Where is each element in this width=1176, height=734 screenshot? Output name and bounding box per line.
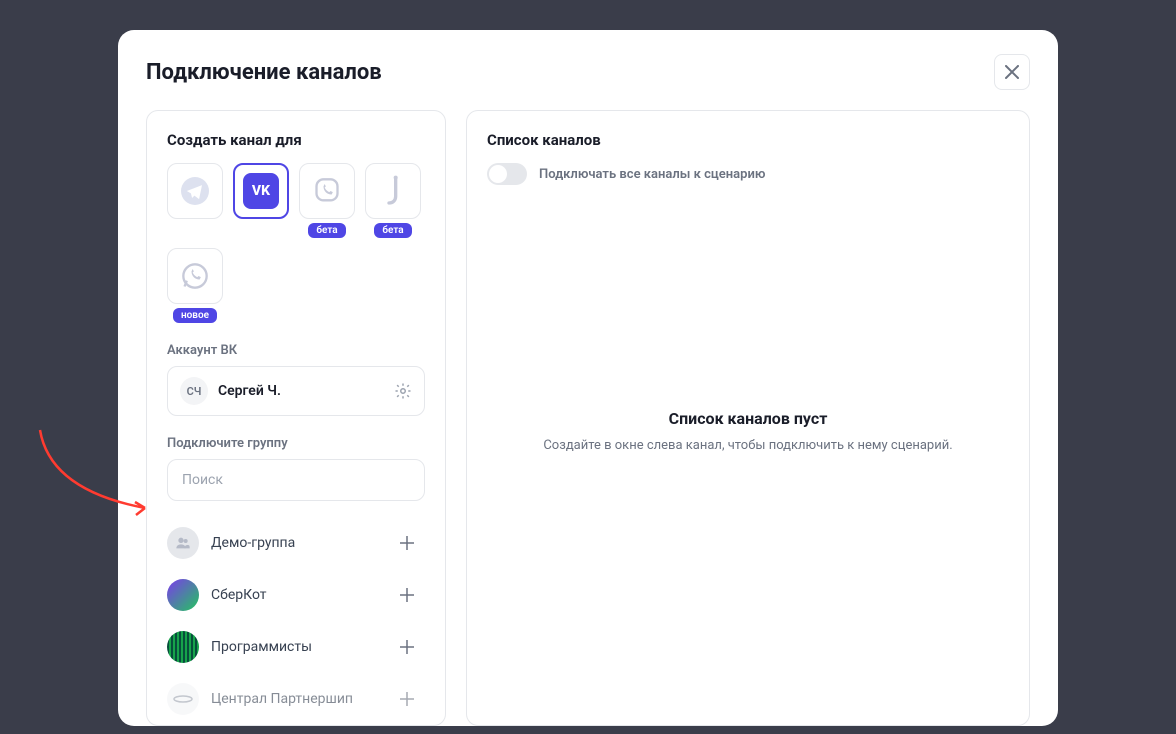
plus-icon (399, 535, 415, 551)
channel-type-whatsapp[interactable]: новое (167, 248, 223, 323)
group-name: Демо-группа (211, 535, 393, 551)
beta-badge: бета (374, 223, 411, 238)
group-avatar-icon (167, 631, 199, 663)
group-name: СберКот (211, 587, 393, 603)
beta-badge: бета (308, 223, 345, 238)
create-channel-label: Создать канал для (167, 131, 425, 149)
group-avatar-icon (167, 579, 199, 611)
vk-icon: VK (243, 173, 279, 209)
channel-type-vk[interactable]: VK (233, 163, 289, 238)
account-name: Сергей Ч. (218, 383, 394, 399)
list-item: Демо-группа (167, 517, 421, 569)
modal-body: Создать канал для VK (146, 110, 1030, 726)
channels-modal: Подключение каналов Создать канал для VK (118, 30, 1058, 726)
close-button[interactable] (994, 54, 1030, 90)
channel-type-jivo[interactable]: бета (365, 163, 421, 238)
channel-list-panel: Список каналов Подключать все каналы к с… (466, 110, 1030, 726)
account-avatar: СЧ (180, 377, 208, 405)
telegram-icon (181, 177, 209, 205)
empty-state-title: Список каналов пуст (669, 409, 828, 428)
list-item: Программисты (167, 621, 421, 673)
group-connect-label: Подключите группу (167, 436, 425, 451)
account-settings-button[interactable] (394, 382, 412, 400)
empty-state-description: Создайте в окне слева канал, чтобы подкл… (543, 436, 952, 456)
group-name: Программисты (211, 639, 393, 655)
channel-type-telegram[interactable] (167, 163, 223, 238)
plus-icon (399, 691, 415, 707)
add-group-button[interactable] (393, 685, 421, 713)
new-badge: новое (173, 308, 217, 323)
channel-type-viber[interactable]: бета (299, 163, 355, 238)
gear-icon (394, 382, 412, 400)
plus-icon (399, 587, 415, 603)
group-list[interactable]: Демо-группа СберКот Программисты (167, 517, 425, 727)
channel-type-list: VK бета бета (167, 163, 425, 323)
group-avatar-icon (167, 683, 199, 715)
jivo-icon (383, 175, 403, 207)
plus-icon (399, 639, 415, 655)
list-item: Централ Партнершип (167, 673, 421, 725)
account-label: Аккаунт ВК (167, 343, 425, 358)
add-group-button[interactable] (393, 633, 421, 661)
add-group-button[interactable] (393, 529, 421, 557)
empty-state: Список каналов пуст Создайте в окне слев… (487, 145, 1009, 719)
whatsapp-icon (181, 262, 209, 290)
connect-all-toggle[interactable] (487, 163, 527, 185)
group-search-input[interactable] (167, 459, 425, 501)
modal-header: Подключение каналов (146, 54, 1030, 90)
account-selector[interactable]: СЧ Сергей Ч. (167, 366, 425, 416)
create-channel-panel: Создать канал для VK (146, 110, 446, 726)
close-icon (1005, 65, 1019, 79)
viber-icon (313, 177, 341, 205)
connect-all-label: Подключать все каналы к сценарию (539, 167, 765, 182)
list-item: СберКот (167, 569, 421, 621)
group-avatar-icon (167, 527, 199, 559)
add-group-button[interactable] (393, 581, 421, 609)
modal-title: Подключение каналов (146, 60, 382, 85)
group-name: Централ Партнершип (211, 691, 393, 707)
